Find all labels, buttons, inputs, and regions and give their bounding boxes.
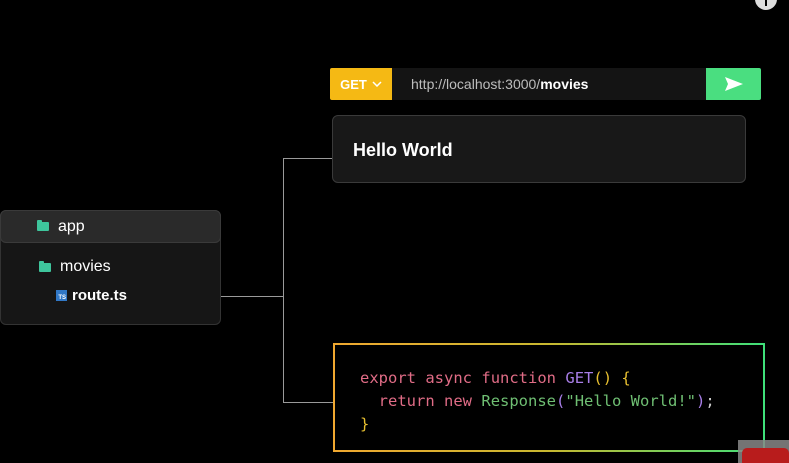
chevron-down-icon <box>372 81 382 87</box>
code-token: return <box>378 392 435 410</box>
folder-icon <box>37 220 49 231</box>
code-token: new <box>444 392 473 410</box>
url-path: movies <box>540 76 589 92</box>
folder-icon <box>39 260 51 272</box>
tree-item-app[interactable]: app <box>0 210 221 243</box>
code-token: export <box>360 369 416 387</box>
method-select[interactable]: GET <box>330 68 392 100</box>
code-token: Response <box>481 392 557 410</box>
send-button[interactable] <box>706 68 761 100</box>
send-icon <box>724 77 743 91</box>
code-token: } <box>360 415 370 433</box>
youtube-logo-icon[interactable] <box>742 448 789 463</box>
url-base: http://localhost:3000/ <box>411 76 541 92</box>
method-label: GET <box>340 76 367 92</box>
connector-line <box>221 296 283 297</box>
tree-item-route[interactable]: TS route.ts <box>56 287 127 304</box>
code-token: GET <box>565 369 594 387</box>
tree-item-movies[interactable]: movies <box>39 258 111 276</box>
file-tree: app movies TS route.ts <box>0 210 221 325</box>
code-token: async <box>425 369 473 387</box>
code-token: () <box>593 369 613 387</box>
typescript-file-icon: TS <box>56 290 67 301</box>
code-token: function <box>481 369 557 387</box>
code-token: "Hello World!" <box>565 392 697 410</box>
connector-line <box>283 158 284 403</box>
connector-line <box>283 158 332 159</box>
tree-item-label: movies <box>60 258 111 275</box>
tree-item-label: app <box>58 217 85 235</box>
url-input[interactable]: http://localhost:3000/movies <box>392 68 706 100</box>
code-token: ( <box>556 392 566 410</box>
code-block: export async function GET() { return new… <box>333 343 765 452</box>
response-panel: Hello World <box>332 115 746 183</box>
connector-line <box>283 402 333 403</box>
response-text: Hello World <box>353 140 453 160</box>
code-token: ; <box>705 392 715 410</box>
code-token: { <box>621 369 631 387</box>
code-token: ) <box>696 392 706 410</box>
info-icon[interactable] <box>755 0 777 10</box>
tree-item-label: route.ts <box>72 287 128 304</box>
